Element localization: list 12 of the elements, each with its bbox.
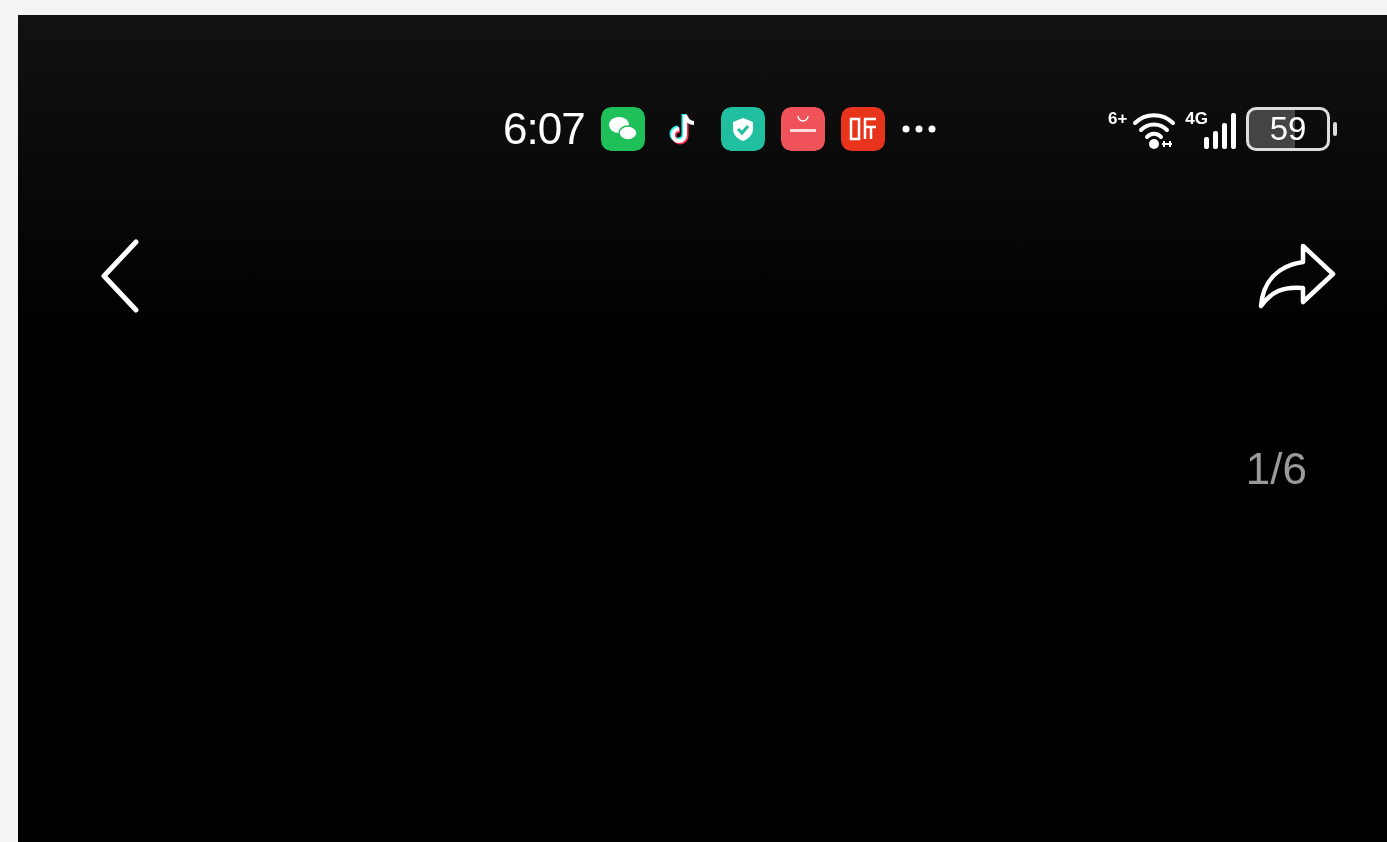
status-time: 6:07 bbox=[503, 104, 585, 154]
wifi-label: 6+ bbox=[1107, 109, 1128, 129]
share-icon[interactable] bbox=[1257, 242, 1337, 310]
listen-app-icon bbox=[840, 107, 885, 151]
shield-app-icon bbox=[720, 107, 765, 151]
bag-app-icon bbox=[780, 107, 825, 151]
battery-indicator: 59 bbox=[1246, 107, 1330, 151]
back-icon[interactable] bbox=[98, 238, 142, 314]
chat-app-icon bbox=[600, 107, 645, 151]
page-counter: 1/6 bbox=[1245, 444, 1307, 494]
more-icon bbox=[900, 124, 937, 134]
network-type: 4G bbox=[1185, 109, 1208, 129]
